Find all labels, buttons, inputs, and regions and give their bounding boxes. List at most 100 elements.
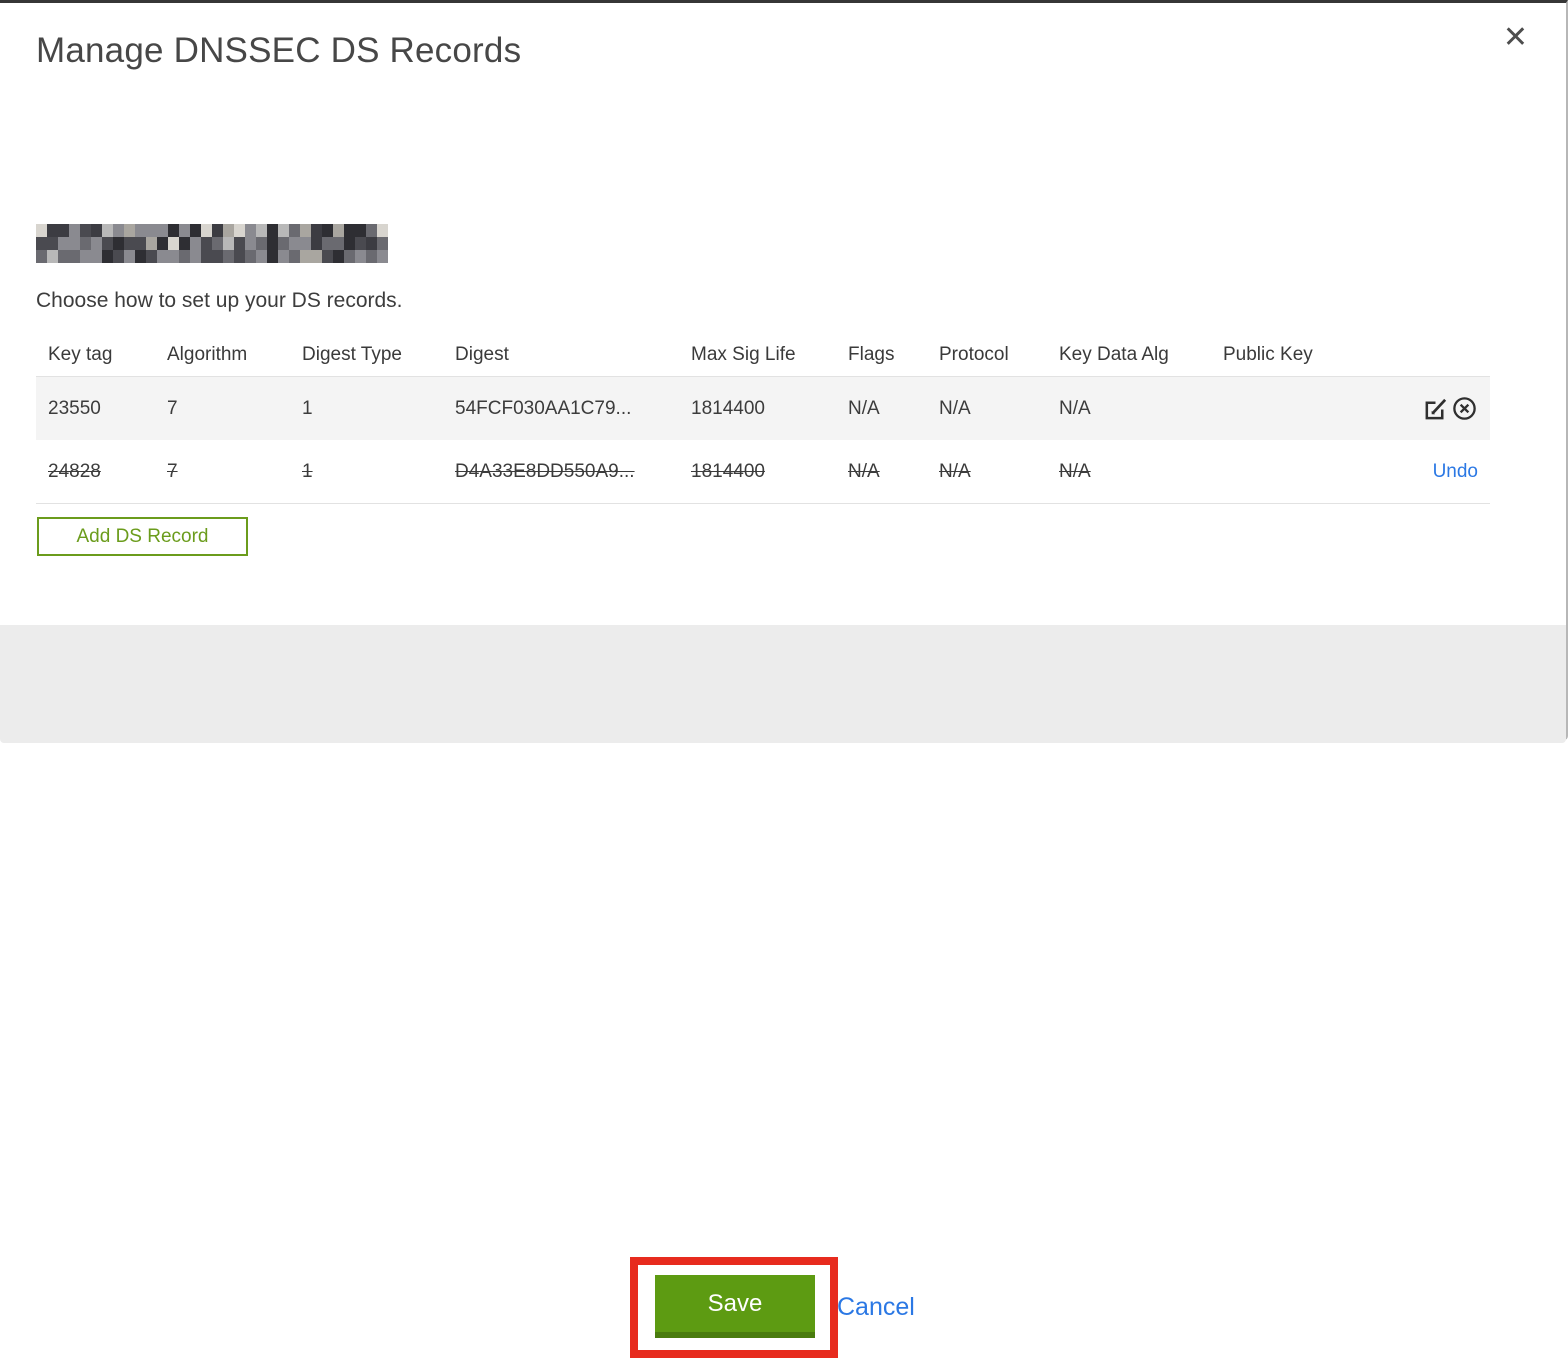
table-header-row: Key tag Algorithm Digest Type Digest Max… (36, 333, 1490, 377)
redaction-pixel (168, 224, 179, 237)
table-row: 23550 7 1 54FCF030AA1C79... 1814400 N/A … (36, 377, 1490, 440)
cancel-link[interactable]: Cancel (837, 1293, 915, 1322)
redaction-pixel (245, 250, 256, 263)
redaction-pixel (58, 237, 69, 250)
cell-digest: D4A33E8DD550A9... (455, 460, 635, 482)
redaction-pixel (47, 224, 58, 237)
redaction-pixel (201, 224, 212, 237)
page-title: Manage DNSSEC DS Records (36, 31, 522, 70)
redaction-pixel (377, 237, 388, 250)
redaction-pixel (377, 250, 388, 263)
redaction-pixel (311, 250, 322, 263)
edit-icon[interactable] (1422, 395, 1449, 422)
redaction-pixel (91, 250, 102, 263)
redaction-pixel (179, 224, 190, 237)
redaction-pixel (289, 224, 300, 237)
redaction-pixel (311, 237, 322, 250)
redaction-pixel (311, 224, 322, 237)
redaction-pixel (377, 224, 388, 237)
redaction-pixel (278, 237, 289, 250)
redaction-pixel (157, 224, 168, 237)
redaction-pixel (256, 224, 267, 237)
redaction-pixel (80, 237, 91, 250)
redaction-pixel (157, 237, 168, 250)
save-button[interactable]: Save (655, 1275, 815, 1338)
add-ds-record-button[interactable]: Add DS Record (37, 517, 248, 556)
redaction-pixel (289, 250, 300, 263)
cell-actions: Undo (1366, 461, 1490, 483)
redaction-pixel (223, 250, 234, 263)
redaction-pixel (267, 237, 278, 250)
redaction-pixel (300, 237, 311, 250)
redaction-pixel (135, 250, 146, 263)
cell-max-sig-life: 1814400 (691, 460, 765, 482)
redaction-pixel (69, 237, 80, 250)
redaction-pixel (91, 237, 102, 250)
redaction-pixel (58, 224, 69, 237)
redaction-pixel (344, 250, 355, 263)
redaction-pixel (289, 237, 300, 250)
redaction-pixel (58, 250, 69, 263)
column-header-digest: Digest (455, 343, 509, 365)
cell-key-data-alg: N/A (1059, 460, 1091, 482)
redaction-pixel (201, 237, 212, 250)
redacted-domain-name (36, 224, 388, 263)
redaction-pixel (135, 237, 146, 250)
redaction-pixel (168, 237, 179, 250)
redaction-pixel (300, 224, 311, 237)
cell-digest-type: 1 (302, 460, 313, 482)
redaction-pixel (223, 237, 234, 250)
redaction-pixel (322, 224, 333, 237)
redaction-pixel (80, 250, 91, 263)
redaction-pixel (267, 250, 278, 263)
redaction-pixel (113, 250, 124, 263)
column-header-public-key: Public Key (1223, 343, 1313, 365)
cell-algorithm: 7 (167, 460, 178, 482)
column-header-max-sig-life: Max Sig Life (691, 343, 796, 365)
redaction-pixel (201, 250, 212, 263)
redaction-pixel (102, 237, 113, 250)
redaction-pixel (102, 250, 113, 263)
redaction-pixel (124, 250, 135, 263)
redaction-pixel (36, 237, 47, 250)
redaction-pixel (234, 224, 245, 237)
redaction-pixel (179, 250, 190, 263)
redaction-pixel (124, 224, 135, 237)
redaction-pixel (168, 250, 179, 263)
redaction-pixel (278, 250, 289, 263)
redaction-pixel (322, 250, 333, 263)
redaction-pixel (344, 224, 355, 237)
undo-link[interactable]: Undo (1433, 461, 1478, 482)
dnssec-modal: Manage DNSSEC DS Records ✕ Choose how to… (0, 0, 1568, 1358)
redaction-pixel (355, 250, 366, 263)
cell-protocol: N/A (939, 460, 971, 482)
redaction-pixel (333, 250, 344, 263)
subtitle-text: Choose how to set up your DS records. (36, 289, 403, 312)
redaction-pixel (80, 224, 91, 237)
redaction-pixel (355, 224, 366, 237)
column-header-algorithm: Algorithm (167, 343, 248, 365)
cell-digest-type: 1 (302, 397, 313, 419)
redaction-pixel (245, 237, 256, 250)
cell-key-tag: 23550 (48, 397, 101, 419)
cell-protocol: N/A (939, 397, 971, 419)
redaction-pixel (245, 224, 256, 237)
redaction-pixel (322, 237, 333, 250)
redaction-pixel (267, 224, 278, 237)
close-icon[interactable]: ✕ (1503, 23, 1528, 53)
redaction-pixel (124, 237, 135, 250)
redaction-pixel (179, 237, 190, 250)
redaction-pixel (47, 250, 58, 263)
redaction-pixel (333, 237, 344, 250)
cell-flags: N/A (848, 460, 880, 482)
column-header-key-data-alg: Key Data Alg (1059, 343, 1169, 365)
cell-algorithm: 7 (167, 397, 178, 419)
redaction-pixel (366, 250, 377, 263)
cell-flags: N/A (848, 397, 880, 419)
redaction-pixel (113, 237, 124, 250)
redaction-pixel (36, 250, 47, 263)
remove-icon[interactable] (1451, 395, 1478, 422)
column-header-protocol: Protocol (939, 343, 1009, 365)
cell-key-tag: 24828 (48, 460, 101, 482)
cell-max-sig-life: 1814400 (691, 397, 765, 419)
